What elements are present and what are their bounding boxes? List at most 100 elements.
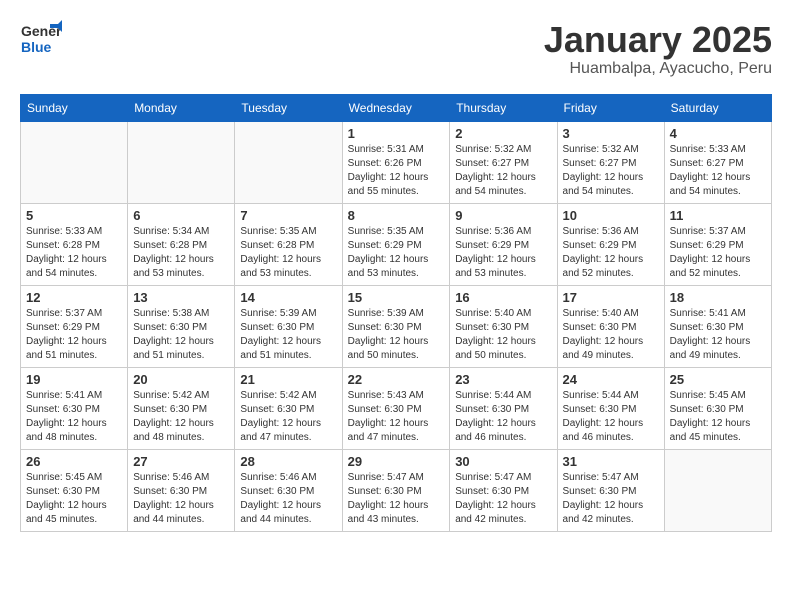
day-info: Sunrise: 5:39 AM Sunset: 6:30 PM Dayligh… <box>240 307 336 363</box>
calendar-cell <box>235 121 342 203</box>
day-info: Sunrise: 5:32 AM Sunset: 6:27 PM Dayligh… <box>455 143 551 199</box>
day-number: 4 <box>670 126 766 141</box>
month-title: January 2025 <box>544 20 772 60</box>
day-number: 11 <box>670 208 766 223</box>
calendar-cell: 13Sunrise: 5:38 AM Sunset: 6:30 PM Dayli… <box>128 285 235 367</box>
day-number: 7 <box>240 208 336 223</box>
calendar-week-1: 1 Sunrise: 5:31 AM Sunset: 6:26 PM Daylig… <box>21 121 772 203</box>
day-number: 20 <box>133 372 229 387</box>
calendar-cell: 10 Sunrise: 5:36 AM Sunset: 6:29 PM Dayli… <box>557 203 664 285</box>
weekday-header-thursday: Thursday <box>450 94 557 121</box>
day-number: 29 <box>348 454 445 469</box>
day-info: Sunrise: 5:35 AM Sunset: 6:29 PM Dayligh… <box>348 225 445 281</box>
day-number: 2 <box>455 126 551 141</box>
day-info: Sunrise: 5:45 AM Sunset: 6:30 PM Dayligh… <box>26 471 122 527</box>
day-info: Sunrise: 5:47 AM Sunset: 6:30 PM Dayligh… <box>348 471 445 527</box>
day-number: 5 <box>26 208 122 223</box>
logo: General Blue <box>20 20 62 58</box>
day-number: 26 <box>26 454 122 469</box>
weekday-header-tuesday: Tuesday <box>235 94 342 121</box>
calendar-cell: 28 Sunrise: 5:46 AM Sunset: 6:30 PM Dayli… <box>235 449 342 531</box>
calendar-cell: 26 Sunrise: 5:45 AM Sunset: 6:30 PM Dayli… <box>21 449 128 531</box>
day-info: Sunrise: 5:38 AM Sunset: 6:30 PM Dayligh… <box>133 307 229 363</box>
day-number: 24 <box>563 372 659 387</box>
calendar-cell: 5 Sunrise: 5:33 AM Sunset: 6:28 PM Daylig… <box>21 203 128 285</box>
day-info: Sunrise: 5:44 AM Sunset: 6:30 PM Dayligh… <box>455 389 551 445</box>
page-header: General Blue January 2025 Huambalpa, Aya… <box>20 20 772 78</box>
day-info: Sunrise: 5:40 AM Sunset: 6:30 PM Dayligh… <box>455 307 551 363</box>
day-number: 23 <box>455 372 551 387</box>
calendar-cell: 23 Sunrise: 5:44 AM Sunset: 6:30 PM Dayli… <box>450 367 557 449</box>
day-info: Sunrise: 5:43 AM Sunset: 6:30 PM Dayligh… <box>348 389 445 445</box>
day-number: 28 <box>240 454 336 469</box>
day-number: 8 <box>348 208 445 223</box>
calendar-cell: 9 Sunrise: 5:36 AM Sunset: 6:29 PM Daylig… <box>450 203 557 285</box>
svg-text:Blue: Blue <box>21 39 52 55</box>
calendar-week-2: 5 Sunrise: 5:33 AM Sunset: 6:28 PM Daylig… <box>21 203 772 285</box>
calendar-cell: 15Sunrise: 5:39 AM Sunset: 6:30 PM Dayli… <box>342 285 450 367</box>
calendar-cell: 4Sunrise: 5:33 AM Sunset: 6:27 PM Daylig… <box>664 121 771 203</box>
day-number: 3 <box>563 126 659 141</box>
calendar-cell: 19Sunrise: 5:41 AM Sunset: 6:30 PM Dayli… <box>21 367 128 449</box>
day-number: 19 <box>26 372 122 387</box>
calendar-cell <box>128 121 235 203</box>
day-info: Sunrise: 5:44 AM Sunset: 6:30 PM Dayligh… <box>563 389 659 445</box>
day-number: 12 <box>26 290 122 305</box>
weekday-header-sunday: Sunday <box>21 94 128 121</box>
day-number: 9 <box>455 208 551 223</box>
day-info: Sunrise: 5:47 AM Sunset: 6:30 PM Dayligh… <box>563 471 659 527</box>
day-number: 16 <box>455 290 551 305</box>
calendar-cell <box>21 121 128 203</box>
calendar-cell: 16 Sunrise: 5:40 AM Sunset: 6:30 PM Dayli… <box>450 285 557 367</box>
day-number: 17 <box>563 290 659 305</box>
day-info: Sunrise: 5:37 AM Sunset: 6:29 PM Dayligh… <box>26 307 122 363</box>
day-info: Sunrise: 5:31 AM Sunset: 6:26 PM Dayligh… <box>348 143 445 199</box>
weekday-header-wednesday: Wednesday <box>342 94 450 121</box>
day-number: 30 <box>455 454 551 469</box>
calendar-cell: 27 Sunrise: 5:46 AM Sunset: 6:30 PM Dayli… <box>128 449 235 531</box>
day-info: Sunrise: 5:37 AM Sunset: 6:29 PM Dayligh… <box>670 225 766 281</box>
calendar-week-4: 19Sunrise: 5:41 AM Sunset: 6:30 PM Dayli… <box>21 367 772 449</box>
calendar-cell: 21Sunrise: 5:42 AM Sunset: 6:30 PM Dayli… <box>235 367 342 449</box>
day-info: Sunrise: 5:34 AM Sunset: 6:28 PM Dayligh… <box>133 225 229 281</box>
calendar-cell: 2 Sunrise: 5:32 AM Sunset: 6:27 PM Daylig… <box>450 121 557 203</box>
day-number: 18 <box>670 290 766 305</box>
day-number: 22 <box>348 372 445 387</box>
calendar-cell: 7 Sunrise: 5:35 AM Sunset: 6:28 PM Daylig… <box>235 203 342 285</box>
day-info: Sunrise: 5:41 AM Sunset: 6:30 PM Dayligh… <box>670 307 766 363</box>
day-info: Sunrise: 5:36 AM Sunset: 6:29 PM Dayligh… <box>455 225 551 281</box>
day-number: 31 <box>563 454 659 469</box>
day-info: Sunrise: 5:46 AM Sunset: 6:30 PM Dayligh… <box>240 471 336 527</box>
day-info: Sunrise: 5:40 AM Sunset: 6:30 PM Dayligh… <box>563 307 659 363</box>
calendar-cell: 14 Sunrise: 5:39 AM Sunset: 6:30 PM Dayli… <box>235 285 342 367</box>
day-info: Sunrise: 5:35 AM Sunset: 6:28 PM Dayligh… <box>240 225 336 281</box>
calendar-cell: 12 Sunrise: 5:37 AM Sunset: 6:29 PM Dayli… <box>21 285 128 367</box>
calendar-cell: 18 Sunrise: 5:41 AM Sunset: 6:30 PM Dayli… <box>664 285 771 367</box>
calendar-cell: 31 Sunrise: 5:47 AM Sunset: 6:30 PM Dayli… <box>557 449 664 531</box>
day-number: 10 <box>563 208 659 223</box>
day-number: 21 <box>240 372 336 387</box>
calendar-cell: 3 Sunrise: 5:32 AM Sunset: 6:27 PM Daylig… <box>557 121 664 203</box>
calendar-cell: 20 Sunrise: 5:42 AM Sunset: 6:30 PM Dayli… <box>128 367 235 449</box>
day-info: Sunrise: 5:39 AM Sunset: 6:30 PM Dayligh… <box>348 307 445 363</box>
day-info: Sunrise: 5:42 AM Sunset: 6:30 PM Dayligh… <box>133 389 229 445</box>
day-number: 27 <box>133 454 229 469</box>
day-number: 1 <box>348 126 445 141</box>
day-info: Sunrise: 5:45 AM Sunset: 6:30 PM Dayligh… <box>670 389 766 445</box>
day-info: Sunrise: 5:47 AM Sunset: 6:30 PM Dayligh… <box>455 471 551 527</box>
calendar-cell: 25Sunrise: 5:45 AM Sunset: 6:30 PM Dayli… <box>664 367 771 449</box>
title-block: January 2025 Huambalpa, Ayacucho, Peru <box>544 20 772 78</box>
calendar-cell: 1 Sunrise: 5:31 AM Sunset: 6:26 PM Daylig… <box>342 121 450 203</box>
day-info: Sunrise: 5:33 AM Sunset: 6:28 PM Dayligh… <box>26 225 122 281</box>
weekday-header-friday: Friday <box>557 94 664 121</box>
day-info: Sunrise: 5:46 AM Sunset: 6:30 PM Dayligh… <box>133 471 229 527</box>
location: Huambalpa, Ayacucho, Peru <box>544 60 772 78</box>
logo-icon: General Blue <box>20 20 62 58</box>
calendar-cell: 8 Sunrise: 5:35 AM Sunset: 6:29 PM Daylig… <box>342 203 450 285</box>
day-number: 6 <box>133 208 229 223</box>
calendar-cell: 6 Sunrise: 5:34 AM Sunset: 6:28 PM Daylig… <box>128 203 235 285</box>
day-info: Sunrise: 5:36 AM Sunset: 6:29 PM Dayligh… <box>563 225 659 281</box>
calendar-week-5: 26 Sunrise: 5:45 AM Sunset: 6:30 PM Dayli… <box>21 449 772 531</box>
day-info: Sunrise: 5:32 AM Sunset: 6:27 PM Dayligh… <box>563 143 659 199</box>
day-number: 14 <box>240 290 336 305</box>
